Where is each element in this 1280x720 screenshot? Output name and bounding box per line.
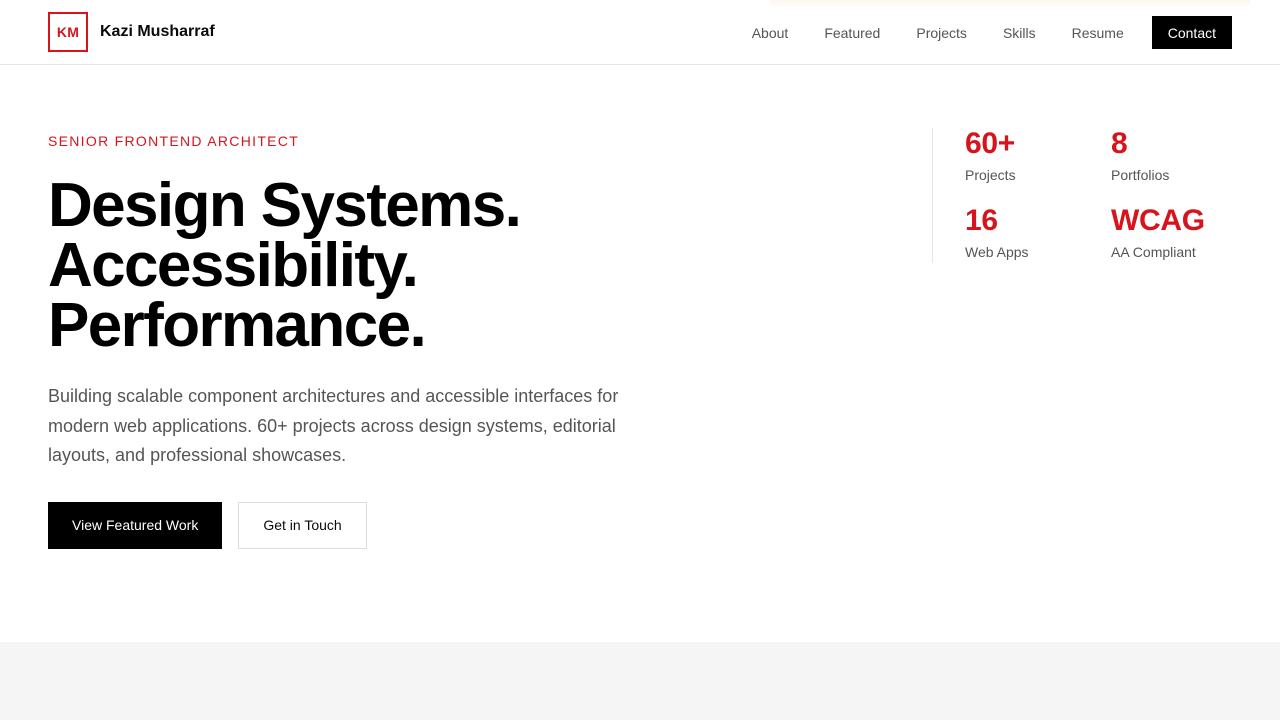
view-featured-work-button[interactable]: View Featured Work xyxy=(48,501,223,549)
stat-item: WCAG AA Compliant xyxy=(1111,203,1257,264)
stat-value: 8 xyxy=(1111,127,1128,160)
stat-label: Projects xyxy=(965,167,1016,183)
nav-link-projects[interactable]: Projects xyxy=(916,25,967,41)
stat-value: WCAG xyxy=(1111,203,1205,237)
nav-link-skills[interactable]: Skills xyxy=(1003,25,1036,41)
hero-description: Building scalable component architecture… xyxy=(48,386,619,465)
headline-line-3: Performance. xyxy=(48,291,427,360)
stat-label: Portfolios xyxy=(1111,167,1170,183)
stat-value: 60+ xyxy=(965,127,1015,160)
nav-link-featured[interactable]: Featured xyxy=(824,25,880,41)
header-highlight xyxy=(770,0,1250,8)
stat-label: AA Compliant xyxy=(1111,243,1196,260)
site-header: KM Kazi Musharraf About Featured Project… xyxy=(0,0,1280,65)
get-in-touch-button[interactable]: Get in Touch xyxy=(238,501,367,549)
contact-button[interactable]: Contact xyxy=(1151,16,1232,49)
next-section-band xyxy=(0,642,1280,720)
stat-item: 60+ Projects xyxy=(965,128,1111,187)
headline-line-1: Design Systems. xyxy=(48,171,522,240)
brand-name: Kazi Musharraf xyxy=(100,23,215,40)
main-nav: About Featured Projects Skills Resume Co… xyxy=(752,16,1232,49)
headline-line-2: Accessibility. xyxy=(48,231,419,300)
hero-cta-group: View Featured Work Get in Touch xyxy=(48,501,688,549)
hero-section: SENIOR FRONTEND ARCHITECT Design Systems… xyxy=(48,128,688,549)
stat-value: 16 xyxy=(965,203,998,237)
stat-label: Web Apps xyxy=(965,243,1029,260)
brand-logo[interactable]: KM Kazi Musharraf xyxy=(48,12,215,52)
stat-item: 8 Portfolios xyxy=(1111,128,1257,187)
logo-mark: KM xyxy=(48,12,88,52)
hero-headline: Design Systems. Accessibility. Performan… xyxy=(48,171,688,360)
stats-panel: 60+ Projects 8 Portfolios 16 Web Apps WC… xyxy=(932,128,1232,263)
nav-link-about[interactable]: About xyxy=(752,25,789,41)
nav-link-resume[interactable]: Resume xyxy=(1072,25,1124,41)
hero-eyebrow: SENIOR FRONTEND ARCHITECT xyxy=(48,133,300,149)
stat-item: 16 Web Apps xyxy=(965,203,1111,264)
